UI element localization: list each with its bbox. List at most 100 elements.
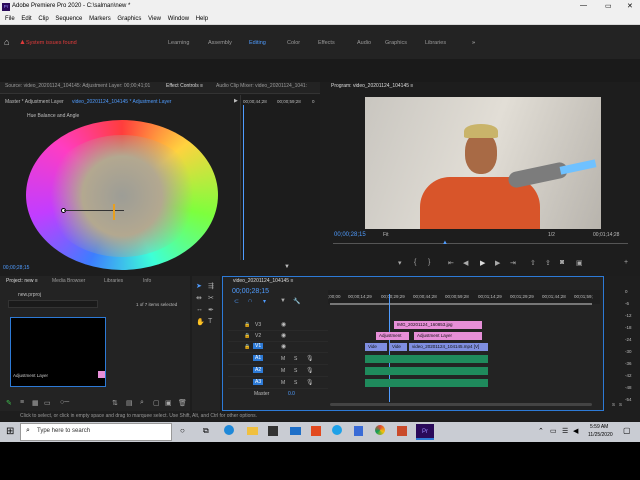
edge-icon[interactable] [224,425,234,435]
program-scrub-bar[interactable] [333,243,628,244]
marker-icon[interactable]: ▼ [280,298,286,304]
mail-icon[interactable] [290,427,301,435]
lift-icon[interactable]: ⇧ [530,259,536,267]
trash-icon[interactable]: 🗑 [178,399,187,407]
linked-selection-icon[interactable]: ∩ [248,298,252,304]
menu-help[interactable]: Help [196,14,208,25]
filter-icon[interactable]: ▼ [284,264,290,270]
system-warning[interactable]: System issues found [26,40,77,46]
tab-effect-controls[interactable]: Effect Controls ≡ [166,83,203,89]
track-a1-label[interactable]: A1 [253,355,264,361]
button-editor-icon[interactable]: + [624,259,628,266]
workspace-tab-audio[interactable]: Audio [357,40,371,46]
automate-icon[interactable]: ▤ [126,399,133,407]
track-a2-label[interactable]: A2 [253,367,264,373]
resolution-dropdown[interactable]: 1/2 [548,232,555,238]
go-to-in-icon[interactable]: ⇤ [448,259,454,267]
clip-v2-adjustment-a[interactable]: Adjustment [376,332,409,340]
mark-in-icon[interactable]: { [414,259,416,266]
tray-up-icon[interactable]: ⌃ [538,427,544,435]
master-clip-label[interactable]: Master * Adjustment Layer [5,99,64,105]
clock-date[interactable]: 11/25/2020 [588,432,613,438]
clip-a1-audio[interactable] [365,355,488,363]
a3-solo[interactable]: S [294,380,297,386]
extract-icon[interactable]: ⇪ [545,259,551,267]
project-search-input[interactable] [8,300,98,308]
workspace-tab-learning[interactable]: Learning [168,40,189,46]
type-tool-icon[interactable]: T [208,318,212,325]
go-to-out-icon[interactable]: ⇥ [510,259,516,267]
tab-audio-clip-mixer[interactable]: Audio Clip Mixer: video_20201124_1041: [216,83,307,89]
tab-info[interactable]: Info [143,278,151,284]
battery-icon[interactable]: ▭ [550,427,557,435]
v1-lock-icon[interactable]: 🔒 [244,344,250,350]
ec-playhead[interactable] [243,105,244,260]
program-playhead-icon[interactable]: ▲ [442,240,448,246]
pencil-icon[interactable]: ✎ [6,399,12,407]
v1-eye-icon[interactable]: ◉ [281,343,286,350]
menu-markers[interactable]: Markers [89,14,111,25]
step-forward-icon[interactable]: ▶ [495,259,500,267]
menu-view[interactable]: View [148,14,161,25]
clip-v1-a[interactable]: Vide [365,343,387,351]
list-view-icon[interactable]: ≡ [20,399,24,406]
file-explorer-icon[interactable] [247,427,258,435]
mark-out-icon[interactable]: } [428,259,430,266]
task-view-icon[interactable]: ○ [180,426,185,435]
fit-dropdown[interactable]: Fit [383,232,389,238]
program-video-frame[interactable] [365,97,601,229]
slip-tool-icon[interactable]: ↔ [196,306,203,313]
shield-icon[interactable] [354,426,363,436]
track-v2-label[interactable]: V2 [255,333,261,339]
hand-tool-icon[interactable]: ✋ [196,318,205,326]
razor-tool-icon[interactable]: ✂ [208,294,214,302]
minimize-button[interactable]: — [580,2,587,9]
v2-eye-icon[interactable]: ◉ [281,332,286,339]
tab-source[interactable]: Source: video_20201124_104145: Adjustmen… [5,83,150,89]
tab-project[interactable]: Project: new ≡ [6,278,38,284]
a2-mute[interactable]: M [281,368,285,374]
chrome-icon[interactable] [375,425,385,435]
v3-eye-icon[interactable]: ◉ [281,321,286,328]
a2-mic-icon[interactable]: 🎙 [306,367,314,374]
skype-icon[interactable] [332,425,342,435]
menu-edit[interactable]: Edit [21,14,31,25]
a1-mic-icon[interactable]: 🎙 [306,355,314,362]
tab-program[interactable]: Program: video_20201124_104145 ≡ [331,83,413,89]
volume-icon[interactable]: ◀ [573,427,578,435]
tab-libraries[interactable]: Libraries [104,278,123,284]
a2-solo[interactable]: S [294,368,297,374]
workspace-tab-graphics[interactable]: Graphics [385,40,407,46]
tab-timeline-sequence[interactable]: video_20201124_104145 ≡ [233,278,293,284]
close-button[interactable]: ✕ [627,2,633,10]
zoom-slider-icon[interactable]: ○─ [60,399,69,406]
freeform-view-icon[interactable]: ▭ [44,399,51,407]
track-select-tool-icon[interactable]: ⇶ [208,282,214,290]
menu-graphics[interactable]: Graphics [117,14,141,25]
clip-a2-audio[interactable] [365,367,488,375]
clip-v2-adjustment-b[interactable]: Adjustment Layer [414,332,482,340]
new-item-icon[interactable]: ▣ [165,399,172,407]
windows-start-icon[interactable]: ⊞ [6,426,14,437]
a3-mic-icon[interactable]: 🎙 [306,379,314,386]
master-track-value[interactable]: 0.0 [288,391,295,397]
add-marker-tl-icon[interactable]: ▾ [263,298,266,305]
clip-v3-image[interactable]: IMG_20201124_160853.jpg [394,321,482,329]
home-icon[interactable]: ⌂ [4,37,18,47]
track-v3-label[interactable]: V3 [255,322,261,328]
network-icon[interactable]: ☰ [562,427,568,435]
meter-solo-left[interactable]: S [612,402,615,407]
menu-sequence[interactable]: Sequence [55,14,82,25]
v2-lock-icon[interactable]: 🔒 [244,333,250,339]
angle-marker[interactable] [113,204,115,220]
clip-v1-main[interactable]: video_20201124_104145.mp4 [V] [409,343,488,351]
office-icon[interactable] [311,426,321,436]
clip-a3-audio[interactable] [365,379,488,387]
workspace-tab-assembly[interactable]: Assembly [208,40,232,46]
pen-tool-icon[interactable]: ✒ [208,306,214,314]
more-workspaces-button[interactable]: » [472,40,475,46]
meter-solo-right[interactable]: S [619,402,622,407]
premiere-taskbar-icon[interactable]: Pr [416,424,434,440]
a3-mute[interactable]: M [281,380,285,386]
timeline-scrollbar[interactable] [330,403,592,406]
